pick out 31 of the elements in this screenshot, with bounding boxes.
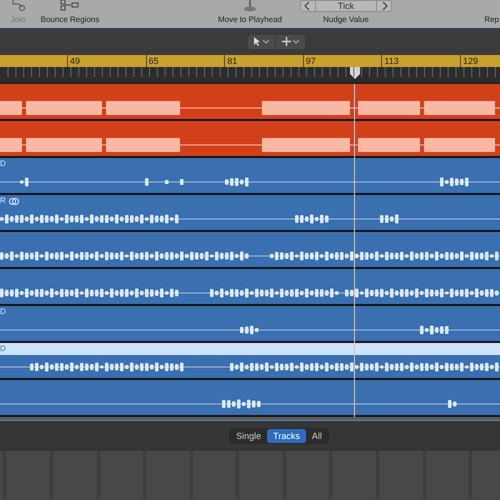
pointer-icon <box>254 37 260 46</box>
view-segment[interactable]: Tracks <box>267 429 306 443</box>
region-name: D <box>0 159 6 169</box>
audio-region[interactable] <box>0 121 500 158</box>
region-name: D <box>0 344 6 354</box>
audio-region[interactable] <box>0 380 500 417</box>
playhead-handle-icon[interactable] <box>350 67 360 79</box>
nudge-stepper[interactable]: Tick <box>300 0 392 12</box>
region-name: R <box>0 196 6 206</box>
chevron-down-icon <box>292 40 298 44</box>
audio-region[interactable] <box>0 84 500 121</box>
audio-region[interactable] <box>0 232 500 269</box>
audio-region[interactable]: D <box>0 343 500 380</box>
audio-region[interactable] <box>0 269 500 306</box>
toolbar-button[interactable]: Bounce Regions <box>40 15 100 25</box>
join-icon <box>11 0 25 12</box>
region-name: D <box>0 307 6 317</box>
audio-region[interactable]: D <box>0 306 500 343</box>
nudge-value: Tick <box>315 1 377 11</box>
chevron-down-icon <box>262 40 268 44</box>
view-segment[interactable]: Single <box>230 429 268 443</box>
nudge-label: Nudge Value <box>323 15 369 25</box>
view-segment[interactable]: All <box>306 429 328 443</box>
bounce-icon <box>60 0 80 12</box>
bar-ruler[interactable]: 49 65 81 97 113 129 <box>0 55 500 67</box>
toolbar-label: Rep <box>484 15 500 25</box>
toolbar-button[interactable]: Move to Playhead <box>218 15 282 25</box>
audio-region[interactable]: D <box>0 158 500 195</box>
audio-region[interactable]: R <box>0 195 500 232</box>
crosshair-icon <box>282 37 290 46</box>
playhead-icon <box>243 0 257 12</box>
